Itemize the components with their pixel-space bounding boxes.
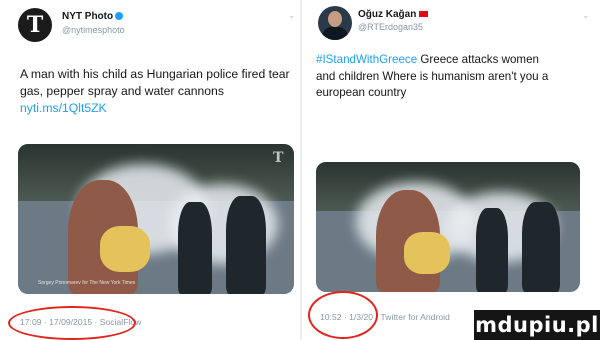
avatar-nyt[interactable]: T <box>18 8 52 42</box>
tweet-hashtag[interactable]: #IStandWithGreece <box>316 53 417 66</box>
photo-police-figure <box>178 202 212 294</box>
photo-police-figure <box>226 196 266 294</box>
watermark-logo: mdupiu.pl <box>474 310 600 340</box>
avatar-letter: T <box>26 12 44 38</box>
watermark-text: mdupiu.pl <box>475 313 599 337</box>
avatar-suit <box>322 27 348 40</box>
photo-police-figure <box>476 208 508 292</box>
tweet-photo[interactable] <box>316 162 580 292</box>
display-name-text: NYT Photo <box>62 11 114 22</box>
display-name[interactable]: NYT Photo <box>62 11 124 22</box>
avatar-face <box>328 11 342 27</box>
tweet-link[interactable]: nyti.ms/1Qlt5ZK <box>20 101 107 115</box>
chevron-down-icon[interactable]: ⌄ <box>288 10 296 21</box>
handle[interactable]: @RTErdogan35 <box>358 22 423 32</box>
handle[interactable]: @nytimesphoto <box>62 25 125 35</box>
tweet-oguz-kagan[interactable]: Oğuz Kağan @RTErdogan35 ⌄ #IStandWithGre… <box>302 0 600 340</box>
photo-child-figure <box>100 226 150 272</box>
display-name[interactable]: Oğuz Kağan <box>358 9 429 20</box>
annotation-circle <box>8 306 136 340</box>
tweet-nyt-photo[interactable]: T NYT Photo @nytimesphoto ⌄ A man with h… <box>0 0 300 340</box>
turkish-flag-icon <box>419 11 429 18</box>
photo-logo: T <box>273 150 284 166</box>
annotation-circle <box>308 291 378 339</box>
verified-badge-icon <box>115 12 124 21</box>
tweet-text-plain: A man with his child as Hungarian police… <box>20 67 290 98</box>
avatar-oguz-kagan[interactable] <box>318 6 352 40</box>
tweet-text: A man with his child as Hungarian police… <box>20 66 292 117</box>
tweet-text: #IStandWithGreece Greece attacks women a… <box>316 52 556 102</box>
chevron-down-icon[interactable]: ⌄ <box>582 10 590 21</box>
tweet-photo[interactable]: T Sergey Ponomarev for The New York Time… <box>18 144 294 294</box>
tweet-source[interactable]: Twitter for Android <box>381 312 450 322</box>
photo-caption: Sergey Ponomarev for The New York Times <box>38 280 136 286</box>
display-name-text: Oğuz Kağan <box>358 9 417 20</box>
photo-child-figure <box>404 232 450 274</box>
photo-police-figure <box>522 202 560 292</box>
